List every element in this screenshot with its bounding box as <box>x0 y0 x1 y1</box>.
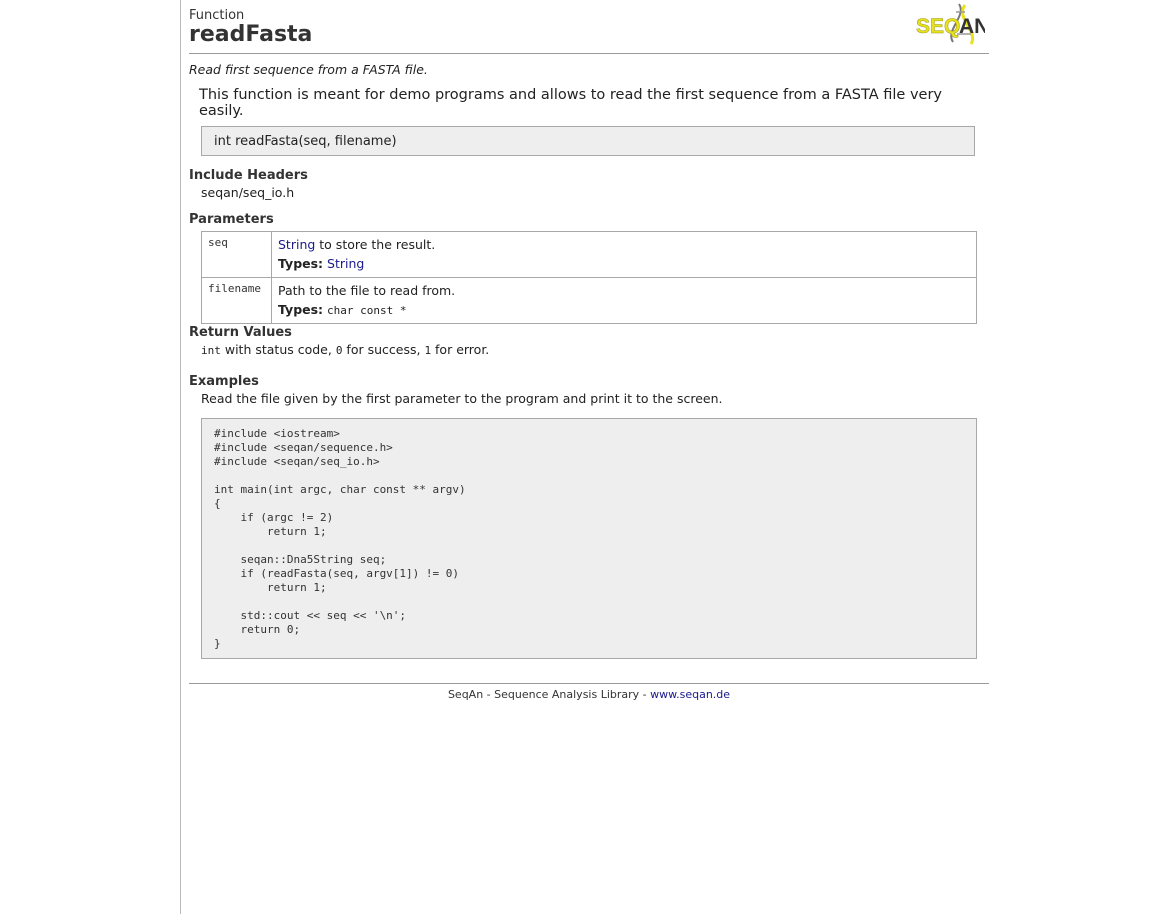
table-row: seq String to store the result. Types: S… <box>201 231 977 278</box>
seqan-logo[interactable]: SEQ AN <box>915 2 985 46</box>
examples-heading: Examples <box>189 374 259 389</box>
param-desc-cell: Path to the file to read from. Types: ch… <box>271 277 977 324</box>
parameters-heading: Parameters <box>189 212 274 227</box>
description: This function is meant for demo programs… <box>199 87 942 119</box>
table-row: filename Path to the file to read from. … <box>201 277 977 324</box>
svg-text:AN: AN <box>959 15 985 38</box>
example-code: #include <iostream> #include <seqan/sequ… <box>214 427 466 650</box>
param-desc-text: to store the result. <box>315 237 436 252</box>
entity-kind-label: Function <box>189 8 245 23</box>
signature-box: int readFasta(seq, filename) <box>201 126 975 156</box>
param-name: filename <box>201 277 272 324</box>
param-desc: Path to the file to read from. <box>278 283 456 298</box>
param-type-code: char const * <box>327 304 407 317</box>
brief-summary: Read first sequence from a FASTA file. <box>189 62 428 77</box>
param-name: seq <box>201 231 272 278</box>
return-type-code: int <box>201 344 221 357</box>
param-types: Types: String <box>278 254 970 273</box>
include-headers-heading: Include Headers <box>189 168 308 183</box>
return-text-part: for success, <box>342 342 425 357</box>
doc-page: Function readFasta SEQ AN Read first seq… <box>189 0 989 701</box>
return-text-part: for error. <box>431 342 490 357</box>
function-signature: int readFasta(seq, filename) <box>214 134 397 149</box>
types-label: Types: <box>278 302 324 317</box>
page-title: readFasta <box>189 22 313 47</box>
example-description: Read the file given by the first paramet… <box>201 391 723 406</box>
left-border-line <box>180 0 181 914</box>
footer-text: SeqAn - Sequence Analysis Library - <box>447 688 651 701</box>
include-header-file: seqan/seq_io.h <box>201 185 295 200</box>
return-values-heading: Return Values <box>189 325 292 340</box>
footer-website-link[interactable]: www.seqan.de <box>650 688 730 701</box>
return-text-part: with status code, <box>220 342 336 357</box>
param-desc: String to store the result. <box>278 235 970 254</box>
parameters-table: seq String to store the result. Types: S… <box>201 231 977 324</box>
type-string-link[interactable]: String <box>327 256 364 271</box>
footer: SeqAn - Sequence Analysis Library - www.… <box>189 688 989 701</box>
footer-divider <box>189 683 989 684</box>
return-values-text: int with status code, 0 for success, 1 f… <box>201 342 489 357</box>
types-label: Types: <box>278 256 324 271</box>
param-types: Types: char const * <box>278 300 970 319</box>
example-code-box: #include <iostream> #include <seqan/sequ… <box>201 418 977 659</box>
svg-text:SEQ: SEQ <box>916 15 960 38</box>
page-header: Function readFasta SEQ AN <box>189 0 989 54</box>
param-desc-cell: String to store the result. Types: Strin… <box>271 231 977 278</box>
string-link[interactable]: String <box>278 237 315 252</box>
